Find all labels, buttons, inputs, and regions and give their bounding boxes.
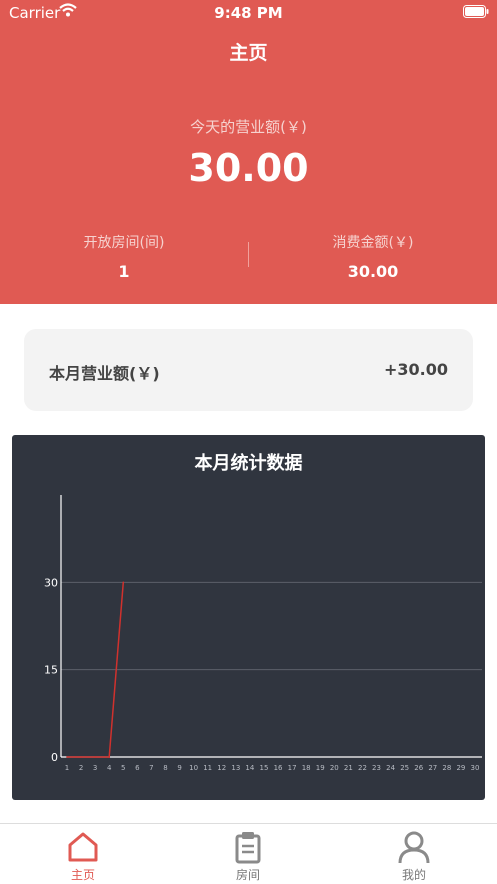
data-point [122,581,125,584]
status-bar: Carrier 9:48 PM [0,0,497,26]
clipboard-icon [235,832,261,864]
y-tick-label: 30 [44,576,58,589]
tab-rooms[interactable]: 房间 [165,824,331,884]
data-point [108,756,111,758]
x-tick-label: 26 [414,764,423,772]
x-tick-label: 23 [372,764,381,772]
x-tick-label: 28 [442,764,451,772]
x-tick-label: 21 [344,764,353,772]
tab-rooms-label: 房间 [235,868,260,882]
x-tick-label: 3 [93,764,97,772]
y-tick-label: 0 [51,751,58,764]
x-tick-label: 9 [177,764,181,772]
tab-home[interactable]: 主页 [0,824,166,884]
x-tick-label: 19 [316,764,325,772]
x-tick-label: 11 [203,764,212,772]
x-tick-label: 29 [456,764,465,772]
monthly-revenue-value: +30.00 [383,360,448,379]
monthly-revenue-label: 本月营业额(￥) [49,364,160,383]
x-tick-label: 10 [189,764,198,772]
x-tick-label: 30 [471,764,480,772]
data-point [66,756,68,758]
y-tick-label: 15 [44,664,58,677]
x-tick-label: 13 [231,764,240,772]
tab-profile-label: 我的 [401,868,426,882]
battery-icon [463,5,489,18]
monthly-revenue-card[interactable]: 本月营业额(￥) +30.00 [24,329,473,411]
consumption-value: 30.00 [347,262,399,281]
monthly-stats-chart: 本月统计数据 0 15 30 1 2 3 4 5 6 7 8 9 10 11 12 13 14 15 16 17 18 1… [12,435,485,800]
header-panel: Carrier 9:48 PM 主页 今天的营业额(￥) 30.00 开放房间(… [0,0,497,304]
x-tick-label: 5 [121,764,125,772]
today-revenue-value: 30.00 [188,146,309,190]
x-tick-label: 14 [245,764,254,772]
x-tick-label: 27 [428,764,437,772]
today-revenue-label: 今天的营业额(￥) [190,118,307,136]
x-tick-label: 18 [302,764,311,772]
x-tick-label: 17 [288,764,297,772]
consumption-stat: 消费金额(￥) 30.00 [249,232,497,281]
open-rooms-stat: 开放房间(间) 1 [0,232,248,281]
home-icon [68,832,98,862]
open-rooms-label: 开放房间(间) [83,235,165,251]
x-tick-label: 4 [107,764,112,772]
x-tick-label: 12 [217,764,226,772]
tab-home-label: 主页 [70,868,95,882]
x-tick-label: 20 [330,764,339,772]
data-point [80,756,82,758]
x-tick-label: 7 [149,764,153,772]
x-tick-label: 15 [260,764,269,772]
x-tick-label: 24 [386,764,395,772]
x-tick-label: 6 [135,764,140,772]
x-tick-label: 16 [274,764,283,772]
x-tick-label: 1 [65,764,69,772]
tab-bar: 主页 房间 我的 [0,823,497,884]
page-title: 主页 [229,42,268,64]
data-point [94,756,96,758]
x-tick-label: 8 [163,764,167,772]
status-time: 9:48 PM [214,4,283,22]
x-tick-label: 25 [400,764,409,772]
tab-profile[interactable]: 我的 [331,824,497,884]
x-tick-label: 2 [79,764,83,772]
x-tick-label: 22 [358,764,367,772]
open-rooms-value: 1 [118,262,130,281]
chart-plot: 015301 2 3 4 5 6 7 8 9 10 11 12 13 14 15 16 17 18 19 20 21 22… [44,495,482,772]
consumption-label: 消费金额(￥) [332,235,414,251]
profile-icon [398,831,430,864]
